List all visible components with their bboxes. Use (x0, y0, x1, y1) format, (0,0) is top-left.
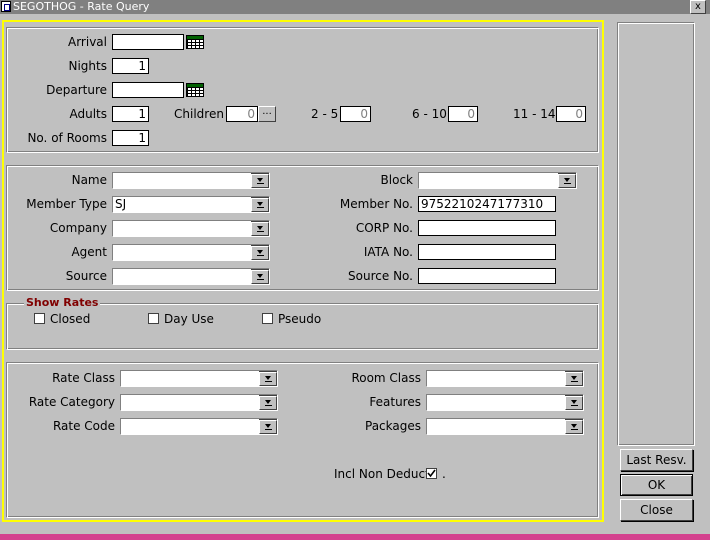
rate-category-label: Rate Category (28, 395, 115, 409)
departure-input[interactable] (112, 82, 184, 98)
rate-code-label: Rate Code (52, 419, 115, 433)
departure-label: Departure (46, 83, 107, 97)
rate-class-value (121, 371, 259, 386)
agent-dropdown-icon[interactable] (251, 246, 269, 260)
last-resv-button[interactable]: Last Resv. (620, 449, 693, 471)
iata-no-label: IATA No. (363, 245, 413, 259)
incl-non-deduct-checkbox[interactable] (426, 468, 437, 479)
closed-label: Closed (50, 312, 91, 326)
age-2-5-input[interactable]: 0 (340, 106, 371, 122)
age-11-14-input[interactable]: 0 (556, 106, 586, 122)
pseudo-checkbox[interactable] (262, 313, 273, 324)
title-bar: SEGOTHOG - Rate Query x (0, 0, 710, 14)
block-label: Block (380, 173, 413, 187)
source-no-label: Source No. (348, 269, 413, 283)
features-value (427, 395, 565, 410)
room-class-dropdown-icon[interactable] (565, 372, 583, 386)
adults-label: Adults (69, 107, 107, 121)
nights-label: Nights (68, 59, 108, 73)
arrival-label: Arrival (68, 35, 107, 49)
block-value (419, 173, 558, 188)
member-type-value: SJ (113, 197, 251, 212)
app-icon (1, 1, 11, 12)
block-combo[interactable] (418, 172, 577, 189)
member-type-dropdown-icon[interactable] (251, 198, 269, 212)
arrival-calendar-icon[interactable] (186, 35, 204, 49)
rate-category-value (121, 395, 259, 410)
children-detail-button[interactable]: ... (258, 106, 276, 122)
rate-code-combo[interactable] (120, 418, 278, 435)
company-dropdown-icon[interactable] (251, 222, 269, 236)
checkmark-icon (427, 469, 436, 478)
rate-code-dropdown-icon[interactable] (259, 420, 277, 434)
name-value (113, 173, 251, 188)
rate-class-dropdown-icon[interactable] (259, 372, 277, 386)
day-use-checkbox[interactable] (148, 313, 159, 324)
rate-category-dropdown-icon[interactable] (259, 396, 277, 410)
packages-value (427, 419, 565, 434)
rate-category-combo[interactable] (120, 394, 278, 411)
nights-input[interactable]: 1 (112, 58, 149, 74)
packages-combo[interactable] (426, 418, 584, 435)
incl-non-deduct-label: Incl Non Deduct (334, 467, 430, 481)
features-label: Features (369, 395, 421, 409)
source-combo[interactable] (112, 268, 270, 285)
age-11-14-label: 11 - 14 (513, 107, 556, 121)
corp-no-input[interactable] (418, 220, 556, 236)
corp-no-label: CORP No. (355, 221, 413, 235)
room-class-combo[interactable] (426, 370, 584, 387)
room-class-label: Room Class (351, 371, 421, 385)
name-label: Name (71, 173, 107, 187)
features-dropdown-icon[interactable] (565, 396, 583, 410)
ok-button[interactable]: OK (620, 474, 693, 496)
company-value (113, 221, 251, 236)
window-title: SEGOTHOG - Rate Query (13, 0, 150, 13)
packages-dropdown-icon[interactable] (565, 420, 583, 434)
day-use-label: Day Use (164, 312, 214, 326)
departure-calendar-icon[interactable] (186, 83, 204, 97)
packages-label: Packages (365, 419, 421, 433)
features-combo[interactable] (426, 394, 584, 411)
age-6-10-input[interactable]: 0 (448, 106, 478, 122)
close-button[interactable]: Close (620, 499, 693, 521)
children-input[interactable]: 0 (226, 106, 258, 122)
adults-input[interactable]: 1 (112, 106, 149, 122)
agent-value (113, 245, 251, 260)
source-no-input[interactable] (418, 268, 556, 284)
side-panel (617, 22, 695, 446)
incl-non-deduct-suffix: . (442, 467, 446, 481)
company-combo[interactable] (112, 220, 270, 237)
closed-checkbox[interactable] (34, 313, 45, 324)
source-label: Source (65, 269, 107, 283)
rooms-label: No. of Rooms (27, 131, 107, 145)
close-window-button[interactable]: x (690, 0, 706, 14)
arrival-input[interactable] (112, 34, 184, 50)
company-label: Company (49, 221, 107, 235)
name-combo[interactable] (112, 172, 270, 189)
children-label: Children (174, 107, 224, 121)
rate-code-value (121, 419, 259, 434)
block-dropdown-icon[interactable] (558, 174, 576, 188)
name-dropdown-icon[interactable] (251, 174, 269, 188)
pseudo-label: Pseudo (278, 312, 322, 326)
agent-combo[interactable] (112, 244, 270, 261)
member-no-label: Member No. (339, 197, 413, 211)
rooms-input[interactable]: 1 (112, 130, 149, 146)
show-rates-legend: Show Rates (24, 296, 101, 309)
taskbar-strip (0, 534, 710, 540)
iata-no-input[interactable] (418, 244, 556, 260)
age-2-5-label: 2 - 5 (311, 107, 339, 121)
age-6-10-label: 6 - 10 (412, 107, 447, 121)
member-type-label: Member Type (26, 197, 107, 211)
agent-label: Agent (71, 245, 107, 259)
room-class-value (427, 371, 565, 386)
rate-class-label: Rate Class (52, 371, 115, 385)
rate-class-combo[interactable] (120, 370, 278, 387)
member-type-combo[interactable]: SJ (112, 196, 270, 213)
source-value (113, 269, 251, 284)
member-no-input[interactable]: 9752210247177310 (418, 196, 556, 212)
source-dropdown-icon[interactable] (251, 270, 269, 284)
